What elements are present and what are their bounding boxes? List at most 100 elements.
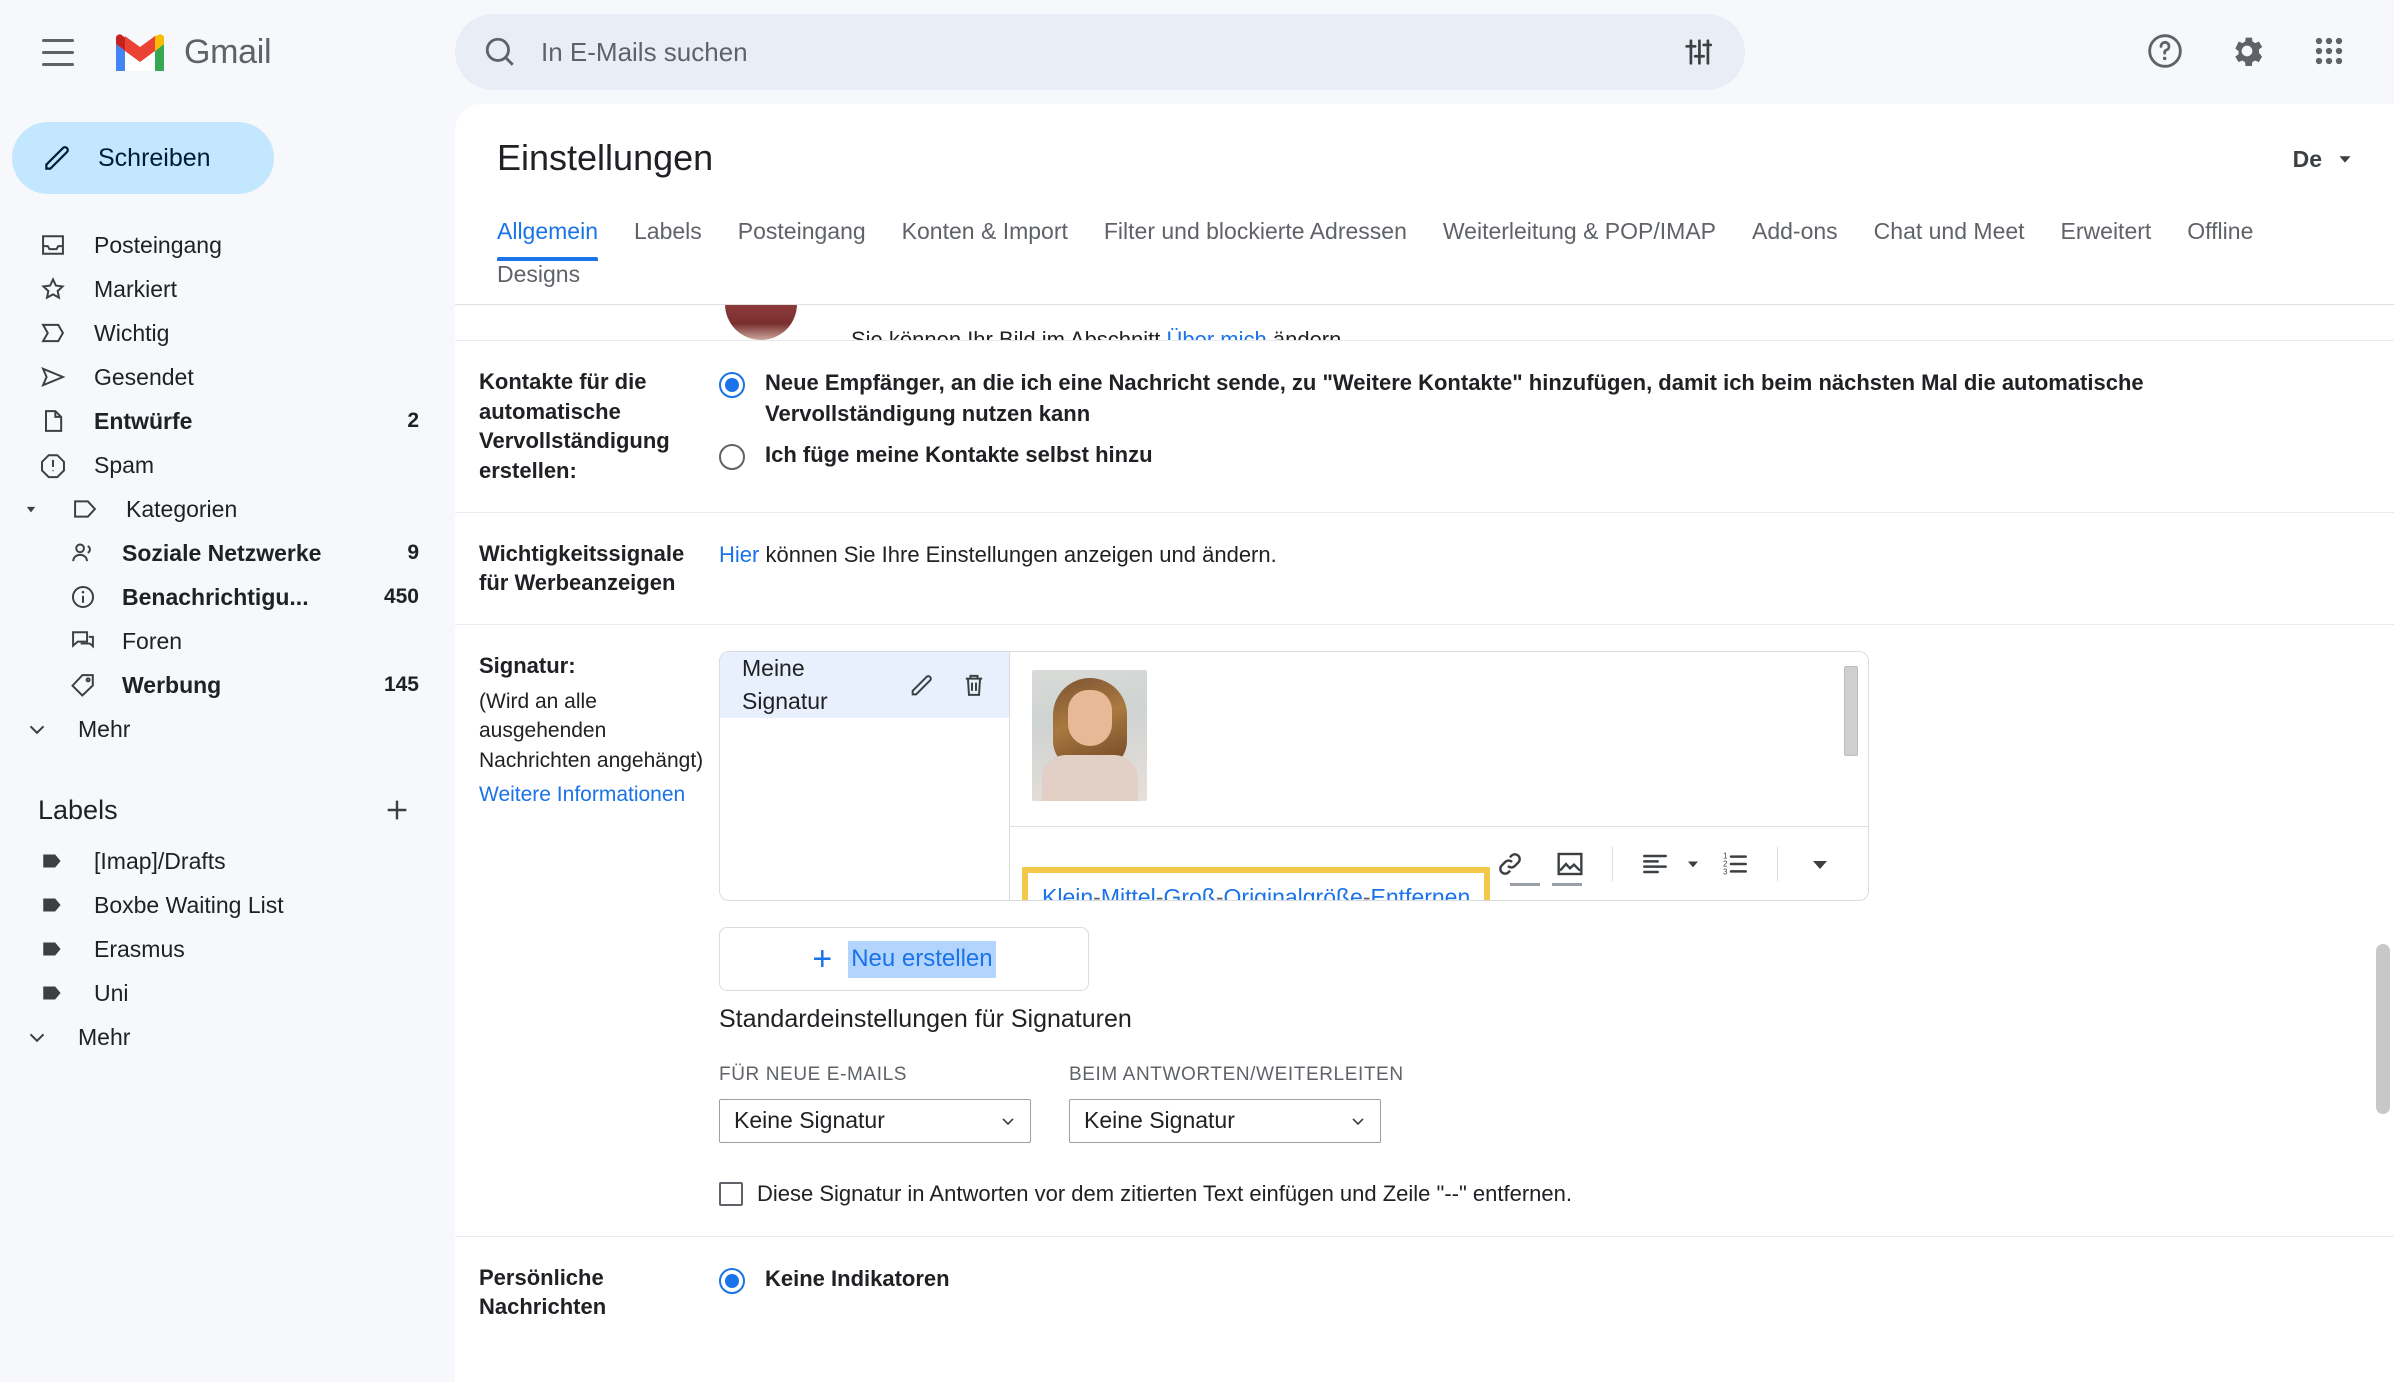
apps-grid-icon[interactable] [2292,14,2366,88]
importance-signals-row: Wichtigkeitssignale für Werbeanzeigen Hi… [455,513,2394,626]
labels-header: Labels [0,780,455,840]
settings-content: Sie können Ihr Bild im Abschnitt Über mi… [455,305,2394,1359]
radio-contacts-auto[interactable] [719,372,745,398]
default-reply-value: Keine Signatur [1084,1107,1235,1134]
image-size-entfernen[interactable]: Entfernen [1371,884,1471,900]
create-new-signature-button[interactable]: + Neu erstellen [719,927,1089,992]
signature-before-quote-label: Diese Signatur in Antworten vor dem ziti… [757,1180,1572,1206]
label-filled-icon [38,978,68,1008]
profile-image-row: Sie können Ihr Bild im Abschnitt Über mi… [455,305,2394,341]
sidebar-item-gesendet[interactable]: Gesendet [0,356,455,398]
default-reply-col: BEIM ANTWORTEN/WEITERLEITEN Keine Signat… [1069,1061,1404,1143]
plus-icon[interactable] [379,792,415,828]
forum-icon [68,626,98,656]
tag-icon [68,670,98,700]
default-new-emails-select[interactable]: Keine Signatur [719,1098,1031,1143]
signature-canvas[interactable] [1010,652,1868,826]
tab-weiterleitung-pop-imap[interactable]: Weiterleitung & POP/IMAP [1425,218,1734,261]
sidebar-item-mehr-categories[interactable]: Mehr [0,708,455,750]
radio-personal-none[interactable] [719,1267,745,1294]
sidebar-item-label: Gesendet [94,363,194,390]
gear-icon[interactable] [2210,14,2284,88]
more-options-icon[interactable] [1792,836,1848,892]
signature-list-item[interactable]: Meine Signatur [720,652,1009,719]
inbox-icon [38,230,68,260]
sidebar-item-kategorien[interactable]: Kategorien [0,488,455,530]
tab-labels[interactable]: Labels [616,218,720,261]
contacts-option-manual[interactable]: Ich füge meine Kontakte selbst hinzu [719,439,2334,471]
sidebar-item-wichtig[interactable]: Wichtig [0,312,455,354]
search-input[interactable] [539,35,1681,69]
signature-before-quote-checkbox-row[interactable]: Diese Signatur in Antworten vor dem ziti… [719,1179,2334,1210]
sidebar-label-imap-drafts[interactable]: [Imap]/Drafts [0,840,455,882]
personal-messages-label: Persönliche Nachrichten [479,1264,607,1320]
sidebar-label-boxbe-waiting-list[interactable]: Boxbe Waiting List [0,884,455,926]
radio-contacts-manual[interactable] [719,444,745,471]
gmail-brand[interactable]: Gmail [112,31,272,73]
brand-name: Gmail [184,32,272,71]
signature-portrait-image[interactable] [1032,670,1147,802]
numbered-list-icon[interactable]: 123 [1707,836,1763,892]
label-filled-icon [38,934,68,964]
tab-designs[interactable]: Designs [479,261,598,304]
nav-list: Posteingang Markiert Wichtig Gesendet En… [0,224,455,750]
tab-offline[interactable]: Offline [2169,218,2271,261]
sidebar-item-werbung[interactable]: Werbung 145 [0,664,455,706]
contacts-autocomplete-row: Kontakte für die automatische Vervollstä… [455,341,2394,513]
signature-before-quote-checkbox[interactable] [719,1181,743,1206]
sidebar-item-posteingang[interactable]: Posteingang [0,224,455,266]
hamburger-icon[interactable] [22,16,94,88]
tab-add-ons[interactable]: Add-ons [1734,218,1856,261]
chevron-down-icon [18,499,44,519]
tab-konten-import[interactable]: Konten & Import [884,218,1086,261]
label-icon [70,494,100,524]
sidebar-item-spam[interactable]: Spam [0,444,455,486]
sidebar-item-mehr-labels[interactable]: Mehr [0,1016,455,1058]
tab-chat-und-meet[interactable]: Chat und Meet [1856,218,2043,261]
sidebar-label-erasmus[interactable]: Erasmus [0,928,455,970]
compose-button[interactable]: Schreiben [12,122,274,194]
image-size-links: Klein-Mittel-Groß-Originalgröße-Entferne… [1022,866,1491,902]
image-size-klein[interactable]: Klein [1042,884,1093,900]
sidebar-item-label: Posteingang [94,231,222,258]
tab-erweitert[interactable]: Erweitert [2043,218,2170,261]
page-scrollbar[interactable] [2376,944,2390,1114]
sidebar-item-foren[interactable]: Foren [0,620,455,662]
help-circle-icon[interactable] [2128,14,2202,88]
contacts-option-auto[interactable]: Neue Empfänger, an die ich eine Nachrich… [719,367,2334,429]
signature-name: Meine Signatur [742,654,828,715]
tab-filter-blockierte-adressen[interactable]: Filter und blockierte Adressen [1086,218,1425,261]
sidebar-item-benachrichtigungen[interactable]: Benachrichtigu... 450 [0,576,455,618]
personal-option-none-label: Keine Indikatoren [765,1265,950,1291]
sidebar-label-text: Boxbe Waiting List [94,891,284,918]
sidebar-item-entwuerfe[interactable]: Entwürfe 2 [0,400,455,442]
plus-icon: + [812,940,833,979]
tab-allgemein[interactable]: Allgemein [479,218,616,261]
search-bar[interactable] [455,14,1745,90]
trash-icon[interactable] [957,668,991,702]
sidebar-item-label: Soziale Netzwerke [122,539,322,566]
ueber-mich-link[interactable]: Über mich [1167,327,1267,340]
image-size-gross[interactable]: Groß [1163,884,1215,900]
image-size-mittel[interactable]: Mittel [1101,884,1156,900]
tab-posteingang[interactable]: Posteingang [720,218,884,261]
personal-option-none[interactable]: Keine Indikatoren [719,1263,2334,1294]
gmail-logo-icon [116,34,164,71]
image-size-originalgroesse[interactable]: Originalgröße [1224,884,1363,900]
default-reply-select[interactable]: Keine Signatur [1069,1098,1381,1143]
svg-text:3: 3 [1723,867,1728,876]
pencil-icon[interactable] [905,668,939,702]
importance-signals-label: Wichtigkeitssignale für Werbeanzeigen [479,540,685,596]
chevron-down-icon [22,1022,52,1052]
language-selector[interactable]: De [2293,146,2356,173]
tune-icon[interactable] [1681,35,1715,69]
sidebar-item-markiert[interactable]: Markiert [0,268,455,310]
sidebar-item-soziale-netzwerke[interactable]: Soziale Netzwerke 9 [0,532,455,574]
signature-more-link[interactable]: Weitere Informationen [479,781,685,809]
signature-scrollbar[interactable] [1844,666,1858,757]
size-separator: - [1093,883,1101,902]
align-left-icon[interactable] [1627,836,1703,892]
importance-hier-link[interactable]: Hier [719,542,759,567]
text-format-underline-marks [1510,883,1582,887]
sidebar-label-uni[interactable]: Uni [0,972,455,1014]
